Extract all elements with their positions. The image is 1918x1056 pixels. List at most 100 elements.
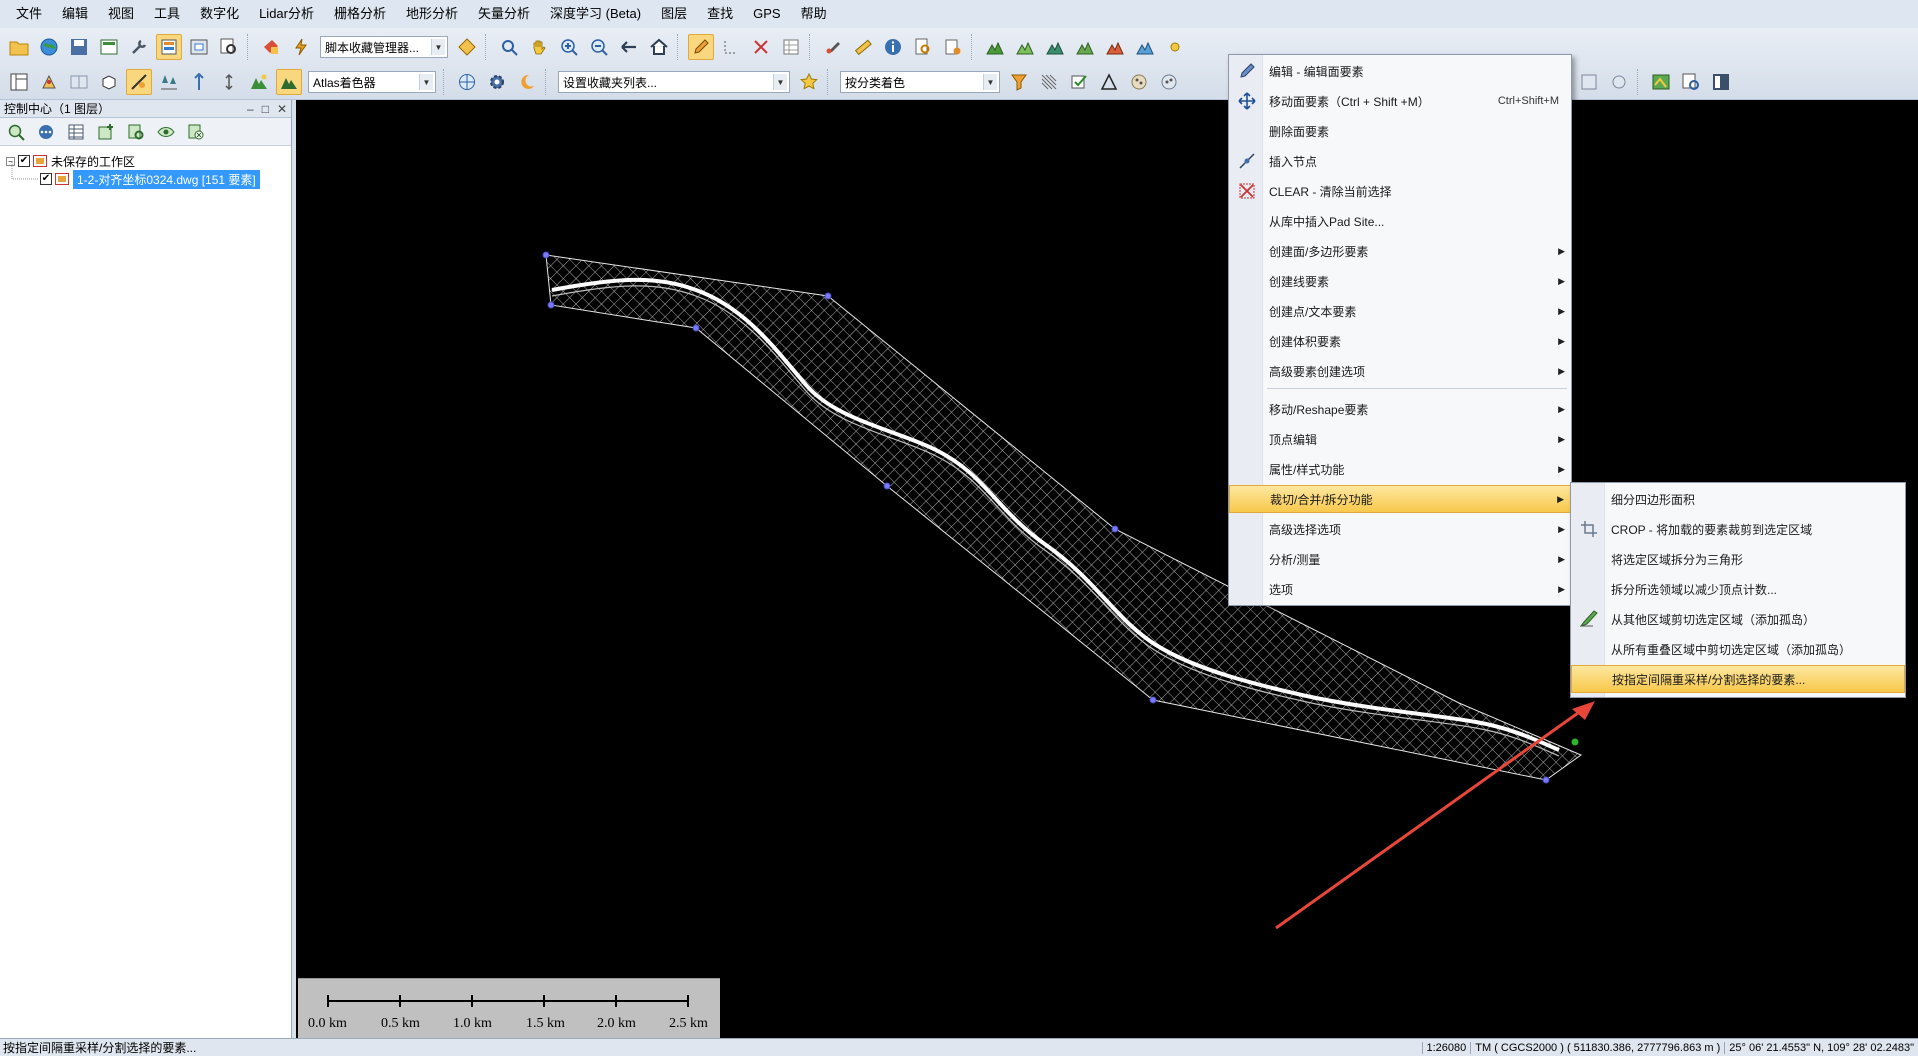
script-manager-select[interactable]: 脚本收藏管理器... ▼ — [320, 36, 448, 58]
edit-check-icon[interactable] — [1066, 69, 1092, 95]
menu-item[interactable]: GPS — [743, 0, 790, 28]
atlas-shader-select[interactable]: Atlas着色器 ▼ — [308, 71, 436, 93]
terrain-view-icon[interactable] — [1132, 34, 1158, 60]
classify-color-select[interactable]: 按分类着色 ▼ — [840, 71, 1000, 93]
layer-extra-icon[interactable] — [1576, 69, 1602, 95]
vertex-marker[interactable] — [542, 251, 550, 259]
control-center-icon[interactable] — [156, 34, 182, 60]
terrain-icon[interactable] — [982, 34, 1008, 60]
layer-node[interactable]: ✔ 1-2-对齐坐标0324.dwg [151 要素] — [40, 169, 260, 189]
delete-x-icon[interactable] — [748, 34, 774, 60]
open-folder-icon[interactable] — [6, 34, 32, 60]
map-search-icon[interactable] — [1678, 69, 1704, 95]
menu-item[interactable]: 从其他区域剪切选定区域（添加孤岛） — [1571, 605, 1905, 633]
map-export-icon[interactable] — [1648, 69, 1674, 95]
menu-item[interactable]: 从库中插入Pad Site... — [1229, 207, 1571, 235]
attribute-table-icon[interactable] — [65, 121, 87, 143]
back-arrow-icon[interactable] — [616, 34, 642, 60]
menu-item[interactable]: 属性/样式功能 ▶ — [1229, 455, 1571, 483]
remove-layer-icon[interactable] — [185, 121, 207, 143]
menu-item[interactable]: 工具 — [144, 0, 190, 28]
pin-icon[interactable]: – — [247, 102, 254, 116]
menu-item[interactable]: 分析/测量 ▶ — [1229, 545, 1571, 573]
menu-item[interactable]: 查找 — [697, 0, 743, 28]
zoom-in-icon[interactable] — [556, 34, 582, 60]
lightning-icon[interactable] — [288, 34, 314, 60]
menu-item[interactable]: 移动/Reshape要素 ▶ — [1229, 395, 1571, 423]
layer-label[interactable]: 1-2-对齐坐标0324.dwg [151 要素] — [73, 169, 260, 189]
menu-item[interactable]: 顶点编辑 ▶ — [1229, 425, 1571, 453]
vertex-marker[interactable] — [1111, 525, 1119, 533]
grid-pattern-icon[interactable] — [1036, 69, 1062, 95]
selected-vertex-marker[interactable] — [1571, 738, 1579, 746]
panel-layout-icon[interactable] — [1708, 69, 1734, 95]
3d-view-icon[interactable] — [96, 69, 122, 95]
menu-item[interactable]: 移动面要素（Ctrl + Shift +M） Ctrl+Shift+M — [1229, 87, 1571, 115]
terrain-profile-icon[interactable] — [1012, 34, 1038, 60]
vertex-marker[interactable] — [1149, 696, 1157, 704]
vertex-marker[interactable] — [824, 292, 832, 300]
filter-icon[interactable] — [1006, 69, 1032, 95]
pin-map-icon[interactable] — [36, 69, 62, 95]
vertical-exaggeration-icon[interactable] — [186, 69, 212, 95]
menu-item[interactable]: 矢量分析 — [468, 0, 540, 28]
menu-item[interactable]: 编辑 — [52, 0, 98, 28]
menu-item[interactable]: 拆分所选领域以减少顶点计数... — [1571, 575, 1905, 603]
visibility-eye-icon[interactable] — [155, 121, 177, 143]
info-icon[interactable] — [880, 34, 906, 60]
vertex-marker[interactable] — [692, 324, 700, 332]
atlas-shader-icon[interactable] — [276, 69, 302, 95]
workspace-icon[interactable] — [96, 34, 122, 60]
pan-hand-icon[interactable] — [526, 34, 552, 60]
search-features-icon[interactable] — [125, 121, 147, 143]
menu-item[interactable]: 裁切/合并/拆分功能 ▶ — [1229, 485, 1571, 513]
layout-icon[interactable] — [6, 69, 32, 95]
zoom-layer-icon[interactable] — [5, 121, 27, 143]
menu-item[interactable]: 编辑 - 编辑面要素 — [1229, 57, 1571, 85]
menu-item[interactable]: 文件 — [6, 0, 52, 28]
brush-icon[interactable] — [820, 34, 846, 60]
search-layer-icon[interactable] — [216, 34, 242, 60]
sun-shade-icon[interactable] — [1162, 34, 1188, 60]
globe-icon[interactable] — [36, 34, 62, 60]
find-feature-icon[interactable] — [910, 34, 936, 60]
menu-item[interactable]: 高级要素创建选项 ▶ — [1229, 357, 1571, 385]
ruler-icon[interactable] — [850, 34, 876, 60]
digitizer-pencil-icon[interactable] — [688, 34, 714, 60]
float-icon[interactable]: □ — [262, 102, 269, 116]
zoom-out-icon[interactable] — [586, 34, 612, 60]
vertex-marker[interactable] — [883, 482, 891, 490]
menu-item[interactable]: 图层 — [651, 0, 697, 28]
vertex-marker[interactable] — [547, 301, 555, 309]
triangle-icon[interactable] — [1096, 69, 1122, 95]
terrain-contour-icon[interactable] — [1042, 34, 1068, 60]
home-icon[interactable] — [646, 34, 672, 60]
menu-item[interactable]: 高级选择选项 ▶ — [1229, 515, 1571, 543]
menu-item[interactable]: 从所有重叠区域中剪切选定区域（添加孤岛） — [1571, 635, 1905, 663]
wrench-icon[interactable] — [126, 34, 152, 60]
vertex-marker[interactable] — [1542, 776, 1550, 784]
menu-item[interactable]: 创建面/多边形要素 ▶ — [1229, 237, 1571, 265]
gear-icon[interactable] — [484, 69, 510, 95]
menu-item[interactable]: 视图 — [98, 0, 144, 28]
tree-elevation-icon[interactable] — [156, 69, 182, 95]
cluster-alt-icon[interactable] — [1156, 69, 1182, 95]
close-icon[interactable]: ✕ — [277, 102, 287, 116]
cluster-icon[interactable] — [1126, 69, 1152, 95]
shading-icon[interactable] — [126, 69, 152, 95]
terrain-volume-icon[interactable] — [1072, 34, 1098, 60]
menu-item[interactable]: 创建体积要素 ▶ — [1229, 327, 1571, 355]
vertical-scale-icon[interactable] — [216, 69, 242, 95]
favorites-list-select[interactable]: 设置收藏夹列表... ▼ — [558, 71, 790, 93]
dotted-shape-icon[interactable] — [718, 34, 744, 60]
menu-item[interactable]: 插入节点 — [1229, 147, 1571, 175]
menu-item[interactable]: 创建点/文本要素 ▶ — [1229, 297, 1571, 325]
zoom-select-icon[interactable] — [496, 34, 522, 60]
save-icon[interactable] — [66, 34, 92, 60]
overview-icon[interactable] — [186, 34, 212, 60]
layer-options-icon[interactable] — [35, 121, 57, 143]
script-icon[interactable] — [258, 34, 284, 60]
menu-item[interactable]: 数字化 — [190, 0, 249, 28]
menu-item[interactable]: 帮助 — [791, 0, 837, 28]
menu-item[interactable]: CROP - 将加载的要素裁剪到选定区域 — [1571, 515, 1905, 543]
